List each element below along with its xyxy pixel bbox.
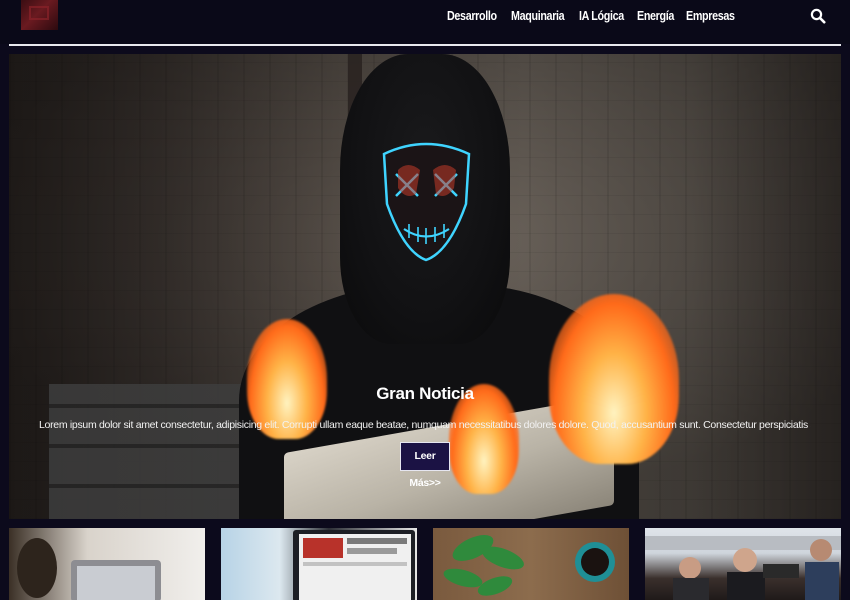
nav-item-empresas[interactable]: Empresas xyxy=(686,7,735,25)
main-nav: Desarrollo Maquinaria IA Lógica Energía … xyxy=(447,7,743,25)
hero-blocks xyxy=(49,384,259,519)
nav-item-maquinaria[interactable]: Maquinaria xyxy=(511,7,565,25)
news-thumbnail-2[interactable] xyxy=(221,528,417,600)
site-logo[interactable] xyxy=(21,0,58,30)
hero-title: Gran Noticia xyxy=(376,384,474,403)
search-button[interactable] xyxy=(810,8,826,24)
nav-item-desarrollo[interactable]: Desarrollo xyxy=(447,7,497,25)
flame-right xyxy=(549,294,679,464)
reporters-camera-image xyxy=(645,536,841,600)
hero-description: Lorem ipsum dolor sit amet consectetur, … xyxy=(39,419,811,431)
nav-item-energia[interactable]: Energía xyxy=(637,7,674,25)
news-thumbnail-1[interactable] xyxy=(9,528,205,600)
hero-banner: Gran Noticia Lorem ipsum dolor sit amet … xyxy=(9,54,841,519)
laptop-hands-image xyxy=(17,538,161,600)
news-thumbnail-3[interactable] xyxy=(433,528,629,600)
read-more-button[interactable]: Leer Más>> xyxy=(400,442,450,489)
logo-mark xyxy=(29,6,49,20)
neon-mask-image xyxy=(382,142,471,262)
news-thumbnail-4[interactable] xyxy=(645,528,841,600)
plant-coffee-image xyxy=(443,535,615,596)
nav-item-ia-logica[interactable]: IA Lógica xyxy=(579,7,624,25)
search-icon xyxy=(810,8,826,24)
news-website-laptop-image xyxy=(293,530,415,600)
site-header: Desarrollo Maquinaria IA Lógica Energía … xyxy=(0,0,850,44)
header-divider xyxy=(9,44,841,46)
